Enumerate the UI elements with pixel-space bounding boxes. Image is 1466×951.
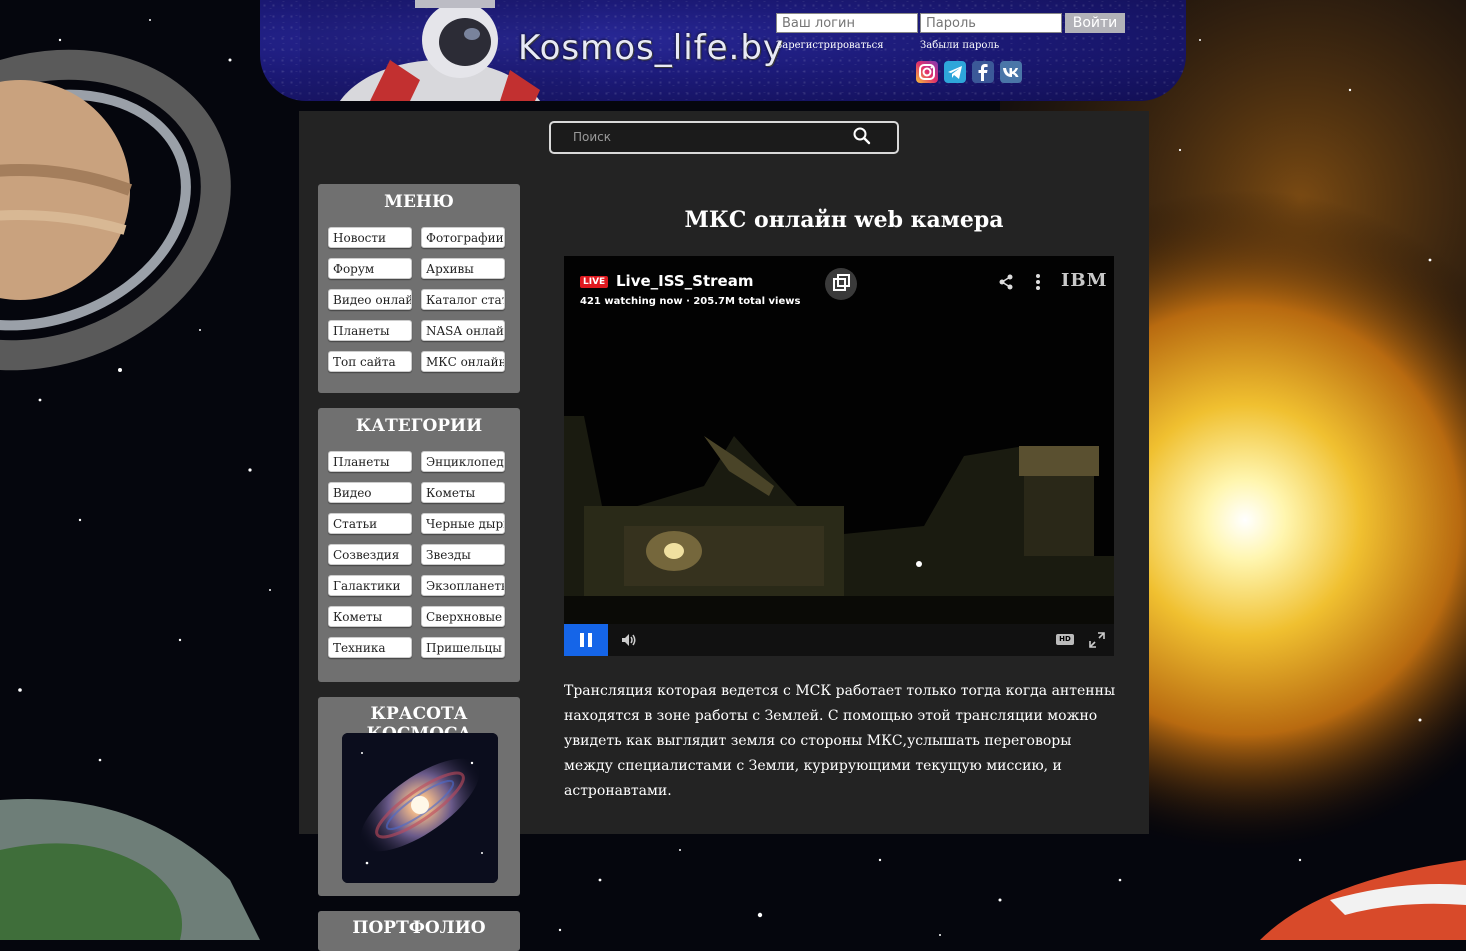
menu-item-news[interactable]: Новости <box>328 227 412 248</box>
categories-title: КАТЕГОРИИ <box>355 416 483 436</box>
category-constellations[interactable]: Созвездия <box>328 544 412 565</box>
portfolio-block: ПОРТФОЛИО <box>318 911 520 951</box>
category-stars[interactable]: Звезды <box>421 544 505 565</box>
menu-item-video-online[interactable]: Видео онлайн <box>328 289 412 310</box>
search-icon[interactable] <box>852 126 872 146</box>
more-options-icon[interactable] <box>1028 272 1048 292</box>
page-description: Трансляция которая ведется с МСК работае… <box>564 683 1116 799</box>
password-input[interactable] <box>920 13 1062 33</box>
menu-item-iss-online[interactable]: МКС онлайн <box>421 351 505 372</box>
category-galaxies[interactable]: Галактики <box>328 575 412 596</box>
menu-item-archives[interactable]: Архивы <box>421 258 505 279</box>
menu-item-planets[interactable]: Планеты <box>328 320 412 341</box>
login-button[interactable]: Войти <box>1065 13 1125 33</box>
category-articles[interactable]: Статьи <box>328 513 412 534</box>
category-comets-2[interactable]: Кометы <box>328 606 412 627</box>
category-comets[interactable]: Кометы <box>421 482 505 503</box>
stream-stats: 421 watching now · 205.7M total views <box>580 296 801 307</box>
player-control-bar: HD <box>564 624 1114 656</box>
hd-icon[interactable]: HD <box>1056 634 1074 645</box>
forgot-password-link[interactable]: Забыли пароль <box>920 40 999 51</box>
instagram-icon[interactable] <box>916 61 938 83</box>
pause-icon <box>580 633 592 647</box>
portfolio-title: ПОРТФОЛИО <box>352 918 486 938</box>
stream-title[interactable]: Live_ISS_Stream <box>616 272 753 290</box>
pause-button[interactable] <box>564 624 608 656</box>
video-player[interactable]: LIVE Live_ISS_Stream 421 watching now · … <box>564 256 1114 656</box>
menu-item-nasa-online[interactable]: NASA онлайн <box>421 320 505 341</box>
menu-item-top-site[interactable]: Топ сайта <box>328 351 412 372</box>
live-badge: LIVE <box>580 276 609 288</box>
category-technology[interactable]: Техника <box>328 637 412 658</box>
site-header: Kosmos_life.by Войти Зарегистрироваться … <box>260 0 1186 101</box>
ibm-logo[interactable]: IBM <box>1061 270 1108 291</box>
category-video[interactable]: Видео <box>328 482 412 503</box>
galaxy-image[interactable] <box>342 733 498 883</box>
telegram-icon[interactable] <box>944 61 966 83</box>
volume-icon[interactable] <box>620 631 638 649</box>
menu-item-photos[interactable]: Фотографии <box>421 227 505 248</box>
search-box <box>549 121 899 154</box>
menu-block: МЕНЮ Новости Фотографии Форум Архивы Вид… <box>318 184 520 393</box>
facebook-icon[interactable] <box>972 61 994 83</box>
share-icon[interactable] <box>996 272 1016 292</box>
category-black-holes[interactable]: Черные дыры <box>421 513 505 534</box>
menu-item-forum[interactable]: Форум <box>328 258 412 279</box>
category-planets[interactable]: Планеты <box>328 451 412 472</box>
login-input[interactable] <box>776 13 918 33</box>
site-logo[interactable]: Kosmos_life.by <box>518 28 784 68</box>
category-exoplanets[interactable]: Экзопланеты <box>421 575 505 596</box>
category-encyclopedias[interactable]: Энциклопедии <box>421 451 505 472</box>
fullscreen-icon[interactable] <box>1088 631 1106 649</box>
menu-title: МЕНЮ <box>384 192 454 212</box>
menu-item-article-catalog[interactable]: Каталог статей <box>421 289 505 310</box>
popout-icon[interactable] <box>825 268 857 300</box>
space-beauty-block: КРАСОТА КОСМОСА <box>318 697 520 896</box>
vk-icon[interactable] <box>1000 61 1022 83</box>
category-supernovae[interactable]: Сверхновые <box>421 606 505 627</box>
page-title: МКС онлайн web камера <box>684 207 1004 233</box>
category-aliens[interactable]: Пришельцы <box>421 637 505 658</box>
iss-video-frame[interactable] <box>564 256 1114 624</box>
categories-block: КАТЕГОРИИ Планеты Энциклопедии Видео Ком… <box>318 408 520 682</box>
register-link[interactable]: Зарегистрироваться <box>776 40 884 51</box>
search-input[interactable] <box>573 128 853 146</box>
